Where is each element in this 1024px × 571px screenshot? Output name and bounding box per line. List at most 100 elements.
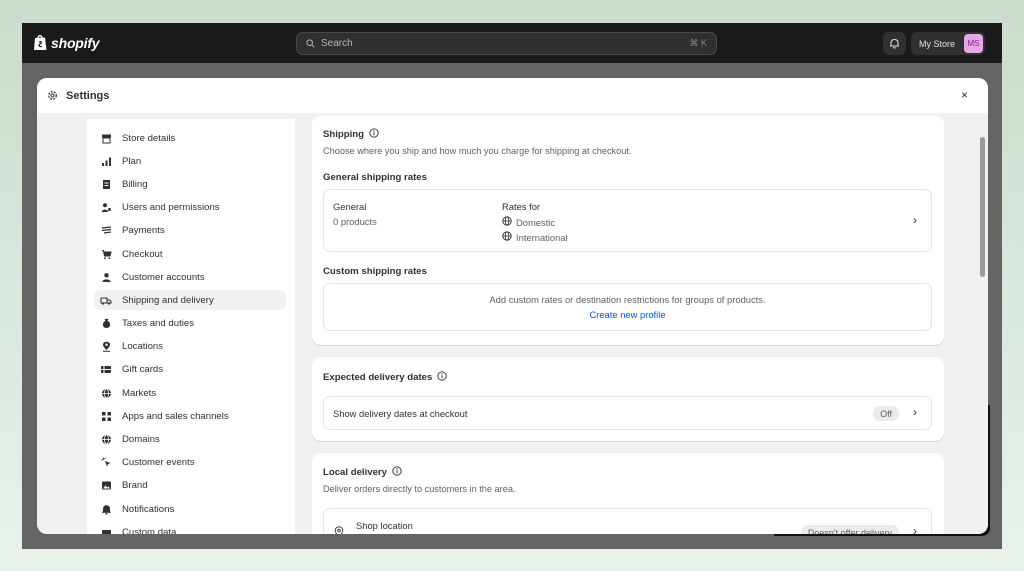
bell-icon xyxy=(890,38,899,49)
sidebar-item-custom-data[interactable]: Custom data xyxy=(94,522,286,534)
sidebar-item-label: Shipping and delivery xyxy=(122,294,214,306)
sidebar-item-label: Customer events xyxy=(122,456,195,468)
plan-chart-icon xyxy=(100,155,112,167)
gift-card-icon xyxy=(100,363,112,375)
create-new-profile-link[interactable]: Create new profile xyxy=(324,309,931,320)
sidebar-item-label: Custom data xyxy=(122,526,177,535)
info-icon[interactable] xyxy=(392,466,402,479)
sidebar-item-notifications[interactable]: Notifications xyxy=(94,499,286,519)
sidebar-item-label: Billing xyxy=(122,178,148,190)
sidebar-item-locations[interactable]: Locations xyxy=(94,336,286,356)
sidebar-item-customer-events[interactable]: Customer events xyxy=(94,452,286,472)
store-name: My Store xyxy=(919,38,956,49)
scrollbar-thumb[interactable] xyxy=(980,137,985,277)
chevron-right-icon[interactable]: › xyxy=(913,213,917,227)
logo-text: shopify xyxy=(51,34,100,51)
local-delivery-description: Deliver orders directly to customers in … xyxy=(323,484,516,494)
shopify-logo[interactable]: shopify xyxy=(33,34,100,51)
modal-title: Settings xyxy=(66,89,110,102)
shipping-card: Shipping Choose where you ship and how m… xyxy=(312,116,944,345)
truck-icon xyxy=(100,294,112,306)
general-profile-products: 0 products xyxy=(333,216,377,227)
sidebar-item-label: Users and permissions xyxy=(122,201,220,213)
tax-bag-icon xyxy=(100,317,112,329)
notifications-button[interactable] xyxy=(883,32,906,55)
custom-rates-box: Add custom rates or destination restrict… xyxy=(323,283,932,331)
delivery-dates-heading: Expected delivery dates xyxy=(323,371,447,384)
sidebar-item-label: Taxes and duties xyxy=(122,317,194,329)
sidebar-item-domains[interactable]: Domains xyxy=(94,429,286,449)
sidebar-item-label: Plan xyxy=(122,155,142,167)
sidebar-item-label: Apps and sales channels xyxy=(122,410,229,422)
sidebar-item-billing[interactable]: Billing xyxy=(94,174,286,194)
payments-icon xyxy=(100,224,112,236)
sidebar-item-plan[interactable]: Plan xyxy=(94,151,286,171)
sidebar-item-label: Notifications xyxy=(122,503,175,515)
sidebar-item-gift-cards[interactable]: Gift cards xyxy=(94,359,286,379)
search-input[interactable]: Search ⌘ K xyxy=(296,32,717,55)
custom-rates-title: Custom shipping rates xyxy=(323,266,427,277)
zone-label: International xyxy=(516,231,568,243)
shop-location-name: Shop location xyxy=(356,520,413,531)
cursor-click-icon xyxy=(100,456,112,468)
sidebar-item-store-details[interactable]: Store details xyxy=(94,128,286,148)
custom-rates-text: Add custom rates or destination restrict… xyxy=(489,294,766,305)
settings-modal: Settings × Store details Plan Billing Users… xyxy=(37,78,988,534)
local-delivery-card: Local delivery Deliver orders directly t… xyxy=(312,453,944,534)
sidebar-item-label: Domains xyxy=(122,433,160,445)
cart-icon xyxy=(100,248,112,260)
shipping-heading: Shipping xyxy=(323,128,379,141)
general-rates-title: General shipping rates xyxy=(323,172,427,183)
sidebar-item-customer-accounts[interactable]: Customer accounts xyxy=(94,267,286,287)
sidebar-item-shipping-and-delivery[interactable]: Shipping and delivery xyxy=(94,290,286,310)
sidebar-item-label: Checkout xyxy=(122,248,163,260)
shop-location-row[interactable]: Shop location Doesn't offer delivery › xyxy=(323,508,932,534)
info-icon[interactable] xyxy=(437,371,447,384)
zone-label: Domestic xyxy=(516,216,556,228)
shipping-description: Choose where you ship and how much you c… xyxy=(323,146,632,156)
delivery-dates-card: Expected delivery dates Show delivery da… xyxy=(312,357,944,441)
local-delivery-heading: Local delivery xyxy=(323,466,402,479)
globe-icon xyxy=(100,433,112,445)
close-icon[interactable]: × xyxy=(961,89,968,101)
chevron-right-icon[interactable]: › xyxy=(913,524,917,534)
general-profile-row[interactable]: General 0 products Rates for Domestic In… xyxy=(323,189,932,252)
sidebar-item-label: Markets xyxy=(122,387,157,399)
store-menu-button[interactable]: My Store MS xyxy=(911,32,985,55)
settings-content: Shipping Choose where you ship and how m… xyxy=(312,113,944,534)
delivery-dates-row[interactable]: Show delivery dates at checkout Off › xyxy=(323,396,932,430)
info-icon[interactable] xyxy=(369,128,379,141)
sidebar-item-markets[interactable]: Markets xyxy=(94,383,286,403)
store-icon xyxy=(100,132,112,144)
globe-icon xyxy=(100,387,112,399)
shopify-bag-icon xyxy=(34,35,47,50)
general-profile-name: General xyxy=(333,201,367,212)
billing-icon xyxy=(100,178,112,190)
sidebar-item-users-and-permissions[interactable]: Users and permissions xyxy=(94,197,286,217)
sidebar-item-taxes-and-duties[interactable]: Taxes and duties xyxy=(94,313,286,333)
search-shortcut: ⌘ K xyxy=(689,38,707,48)
sidebar-item-label: Store details xyxy=(122,132,176,144)
search-placeholder: Search xyxy=(321,38,353,49)
sidebar-item-label: Locations xyxy=(122,340,164,352)
sidebar-item-payments[interactable]: Payments xyxy=(94,220,286,240)
gear-icon xyxy=(47,90,58,101)
globe-icon xyxy=(502,231,512,243)
sidebar-item-label: Gift cards xyxy=(122,363,164,375)
zone-international: International xyxy=(502,231,568,243)
status-badge: Doesn't offer delivery xyxy=(800,525,899,534)
bell-icon xyxy=(100,503,112,515)
custom-data-icon xyxy=(100,526,112,534)
sidebar-item-brand[interactable]: Brand xyxy=(94,475,286,495)
users-icon xyxy=(100,201,112,213)
avatar: MS xyxy=(964,34,983,53)
shipping-title: Shipping xyxy=(323,129,365,140)
status-badge: Off xyxy=(873,406,899,421)
chevron-right-icon[interactable]: › xyxy=(913,405,917,419)
sidebar-item-checkout[interactable]: Checkout xyxy=(94,244,286,264)
location-pin-icon xyxy=(334,525,344,534)
sidebar-item-apps-and-sales-channels[interactable]: Apps and sales channels xyxy=(94,406,286,426)
settings-nav: Store details Plan Billing Users and permis… xyxy=(87,119,295,534)
local-delivery-title: Local delivery xyxy=(323,467,387,478)
top-bar: shopify Search ⌘ K My Store MS xyxy=(22,23,1002,63)
